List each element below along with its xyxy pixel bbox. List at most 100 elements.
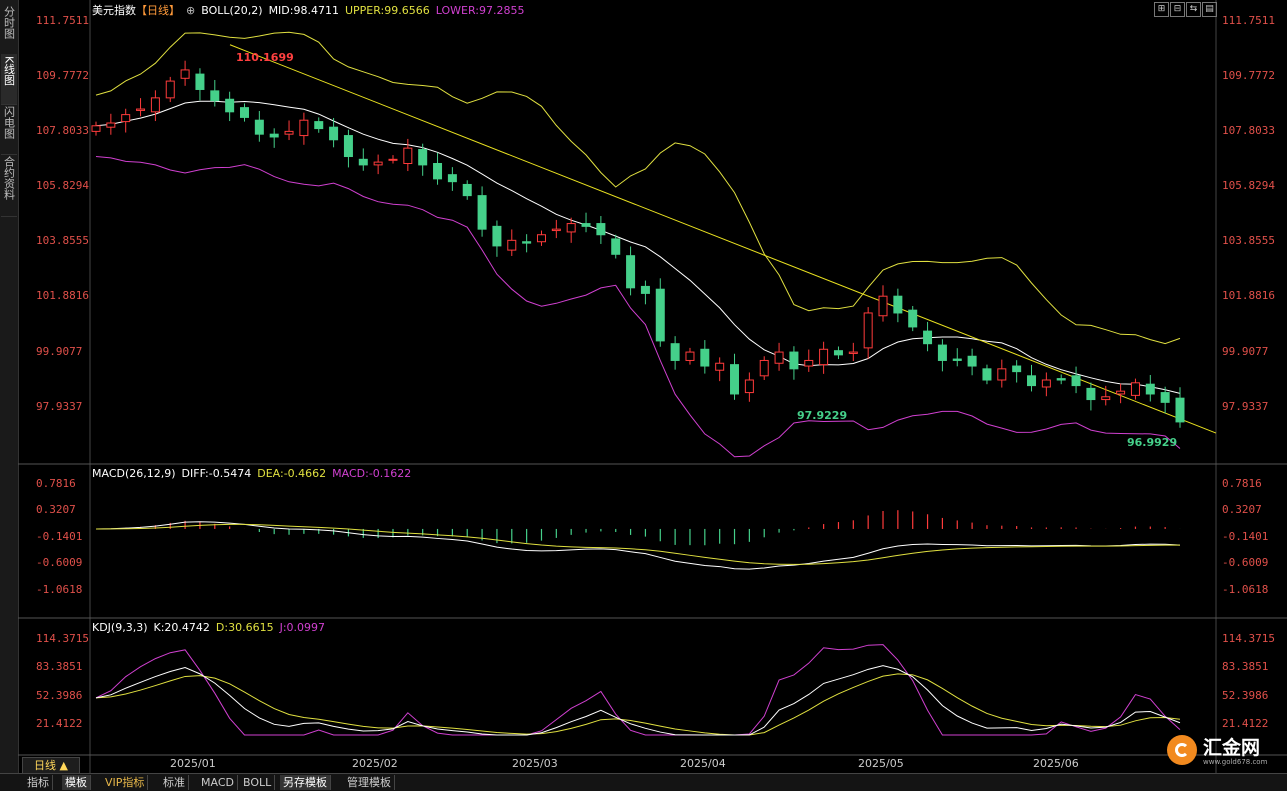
brand-logo: 汇金网 www.gold678.com [1165,732,1283,770]
toolbar-indicator[interactable]: 指标 [24,775,53,790]
y-axis-label: 0.3207 [36,503,76,516]
candle-body [180,69,190,79]
candle-body [789,351,799,370]
candle-body [1175,397,1185,423]
candle-body [670,343,680,361]
candle-body [1056,378,1066,381]
candle-body [477,195,487,230]
candle-body [150,97,160,113]
candle-body [1041,379,1051,388]
low-annotation-1: 97.9229 [797,409,848,422]
y-axis-label: 114.3715 [36,632,89,645]
macd-label: MACD(26,12,9) [92,467,176,480]
candle-body [581,223,591,227]
candle-body [492,225,502,247]
macd-diff: DIFF:-0.5474 [181,467,252,480]
y-axis-label: 0.7816 [36,477,76,490]
y-axis-label: 0.3207 [1222,503,1262,516]
y-axis-label: 103.8555 [1222,234,1275,247]
logo-icon [1167,735,1197,765]
candle-body [804,359,814,367]
y-axis-label: 97.9337 [1222,400,1269,413]
candle-body [403,147,413,165]
y-axis-label: 101.8816 [36,289,89,302]
kdj-d: D:30.6615 [215,621,274,634]
candle-body [997,368,1007,381]
candle-body [833,350,843,356]
layout-icon[interactable]: ⊞ [1154,2,1169,17]
trendline [229,44,1217,434]
logo-url: www.gold678.com [1203,758,1268,766]
x-label: 2025/02 [352,757,398,770]
candle-body [195,73,205,90]
candle-body [1130,382,1140,396]
toolbar-manage-template[interactable]: 管理模板 [344,775,395,790]
candle-body [1086,387,1096,401]
y-axis-label: 105.8294 [1222,179,1275,192]
bottom-toolbar: 指标 模板 VIP指标 标准 MACD BOLL 另存模板 管理模板 [0,773,1287,791]
candle-body [165,80,175,99]
candle-body [1145,383,1155,395]
price-chart[interactable] [0,0,1287,790]
candle-body [1012,365,1022,373]
candle-body [744,379,754,394]
toolbar-standard[interactable]: 标准 [160,775,189,790]
kdj-j: J:0.0997 [279,621,326,634]
main-legend: 美元指数【日线】 ⊕ BOLL(20,2) MID:98.4711 UPPER:99.6… [92,2,530,18]
y-axis-label: -0.1401 [36,530,83,543]
toolbar-vip-indicator[interactable]: VIP指标 [102,775,149,790]
candle-body [923,330,933,345]
candle-body [774,351,784,364]
y-axis-label: 101.8816 [1222,289,1275,302]
candle-body [1027,375,1037,387]
candle-body [329,126,339,141]
macd-legend: MACD(26,12,9) DIFF:-0.5474 DEA:-0.4662 MACD… [92,467,417,480]
boll-mid: MID:98.4711 [268,4,339,17]
macd-diff-line [95,521,1181,570]
y-axis-label: 52.3986 [1222,689,1269,702]
kdj-label: KDJ(9,3,3) [92,621,148,634]
candle-body [106,122,116,128]
candle-body [284,130,294,135]
y-axis-label: 107.8033 [36,124,89,137]
period-tag: 【日线】 [136,4,180,17]
candle-body [536,234,546,243]
macd-value: MACD:-0.1622 [332,467,412,480]
candle-body [254,119,264,135]
toolbar-template[interactable]: 模板 [62,775,91,790]
candle-body [1071,375,1081,387]
candle-body [893,295,903,314]
candle-body [314,121,324,130]
macd-dea-line [95,523,1181,565]
y-axis-label: 21.4122 [36,717,83,730]
swap-icon[interactable]: ⇆ [1186,2,1201,17]
candle-body [418,149,428,166]
candle-body [982,368,992,381]
x-label: 2025/04 [680,757,726,770]
logo-name: 汇金网 [1203,737,1261,759]
kdj-k: K:20.4742 [153,621,210,634]
boll-lower-line [95,156,1181,458]
toolbar-save-template[interactable]: 另存模板 [280,775,331,790]
list-icon[interactable]: ▤ [1202,2,1217,17]
candle-body [210,90,220,102]
y-axis-label: 109.7772 [1222,69,1275,82]
y-axis-label: 83.3851 [1222,660,1269,673]
split-icon[interactable]: ⊟ [1170,2,1185,17]
candle-body [433,163,443,180]
toolbar-macd[interactable]: MACD [198,775,238,790]
candle-body [121,114,131,123]
high-annotation: 110.1699 [236,51,294,64]
x-label: 2025/05 [858,757,904,770]
toolbar-boll[interactable]: BOLL [240,775,276,790]
candle-body [848,351,858,354]
circle-plus-icon[interactable]: ⊕ [186,4,195,17]
macd-dea: DEA:-0.4662 [257,467,327,480]
y-axis-label: 114.3715 [1222,632,1275,645]
candle-body [937,344,947,361]
x-label: 2025/03 [512,757,558,770]
y-axis-label: 21.4122 [1222,717,1269,730]
candle-body [462,183,472,197]
candle-body [863,312,873,349]
candle-body [566,223,576,233]
